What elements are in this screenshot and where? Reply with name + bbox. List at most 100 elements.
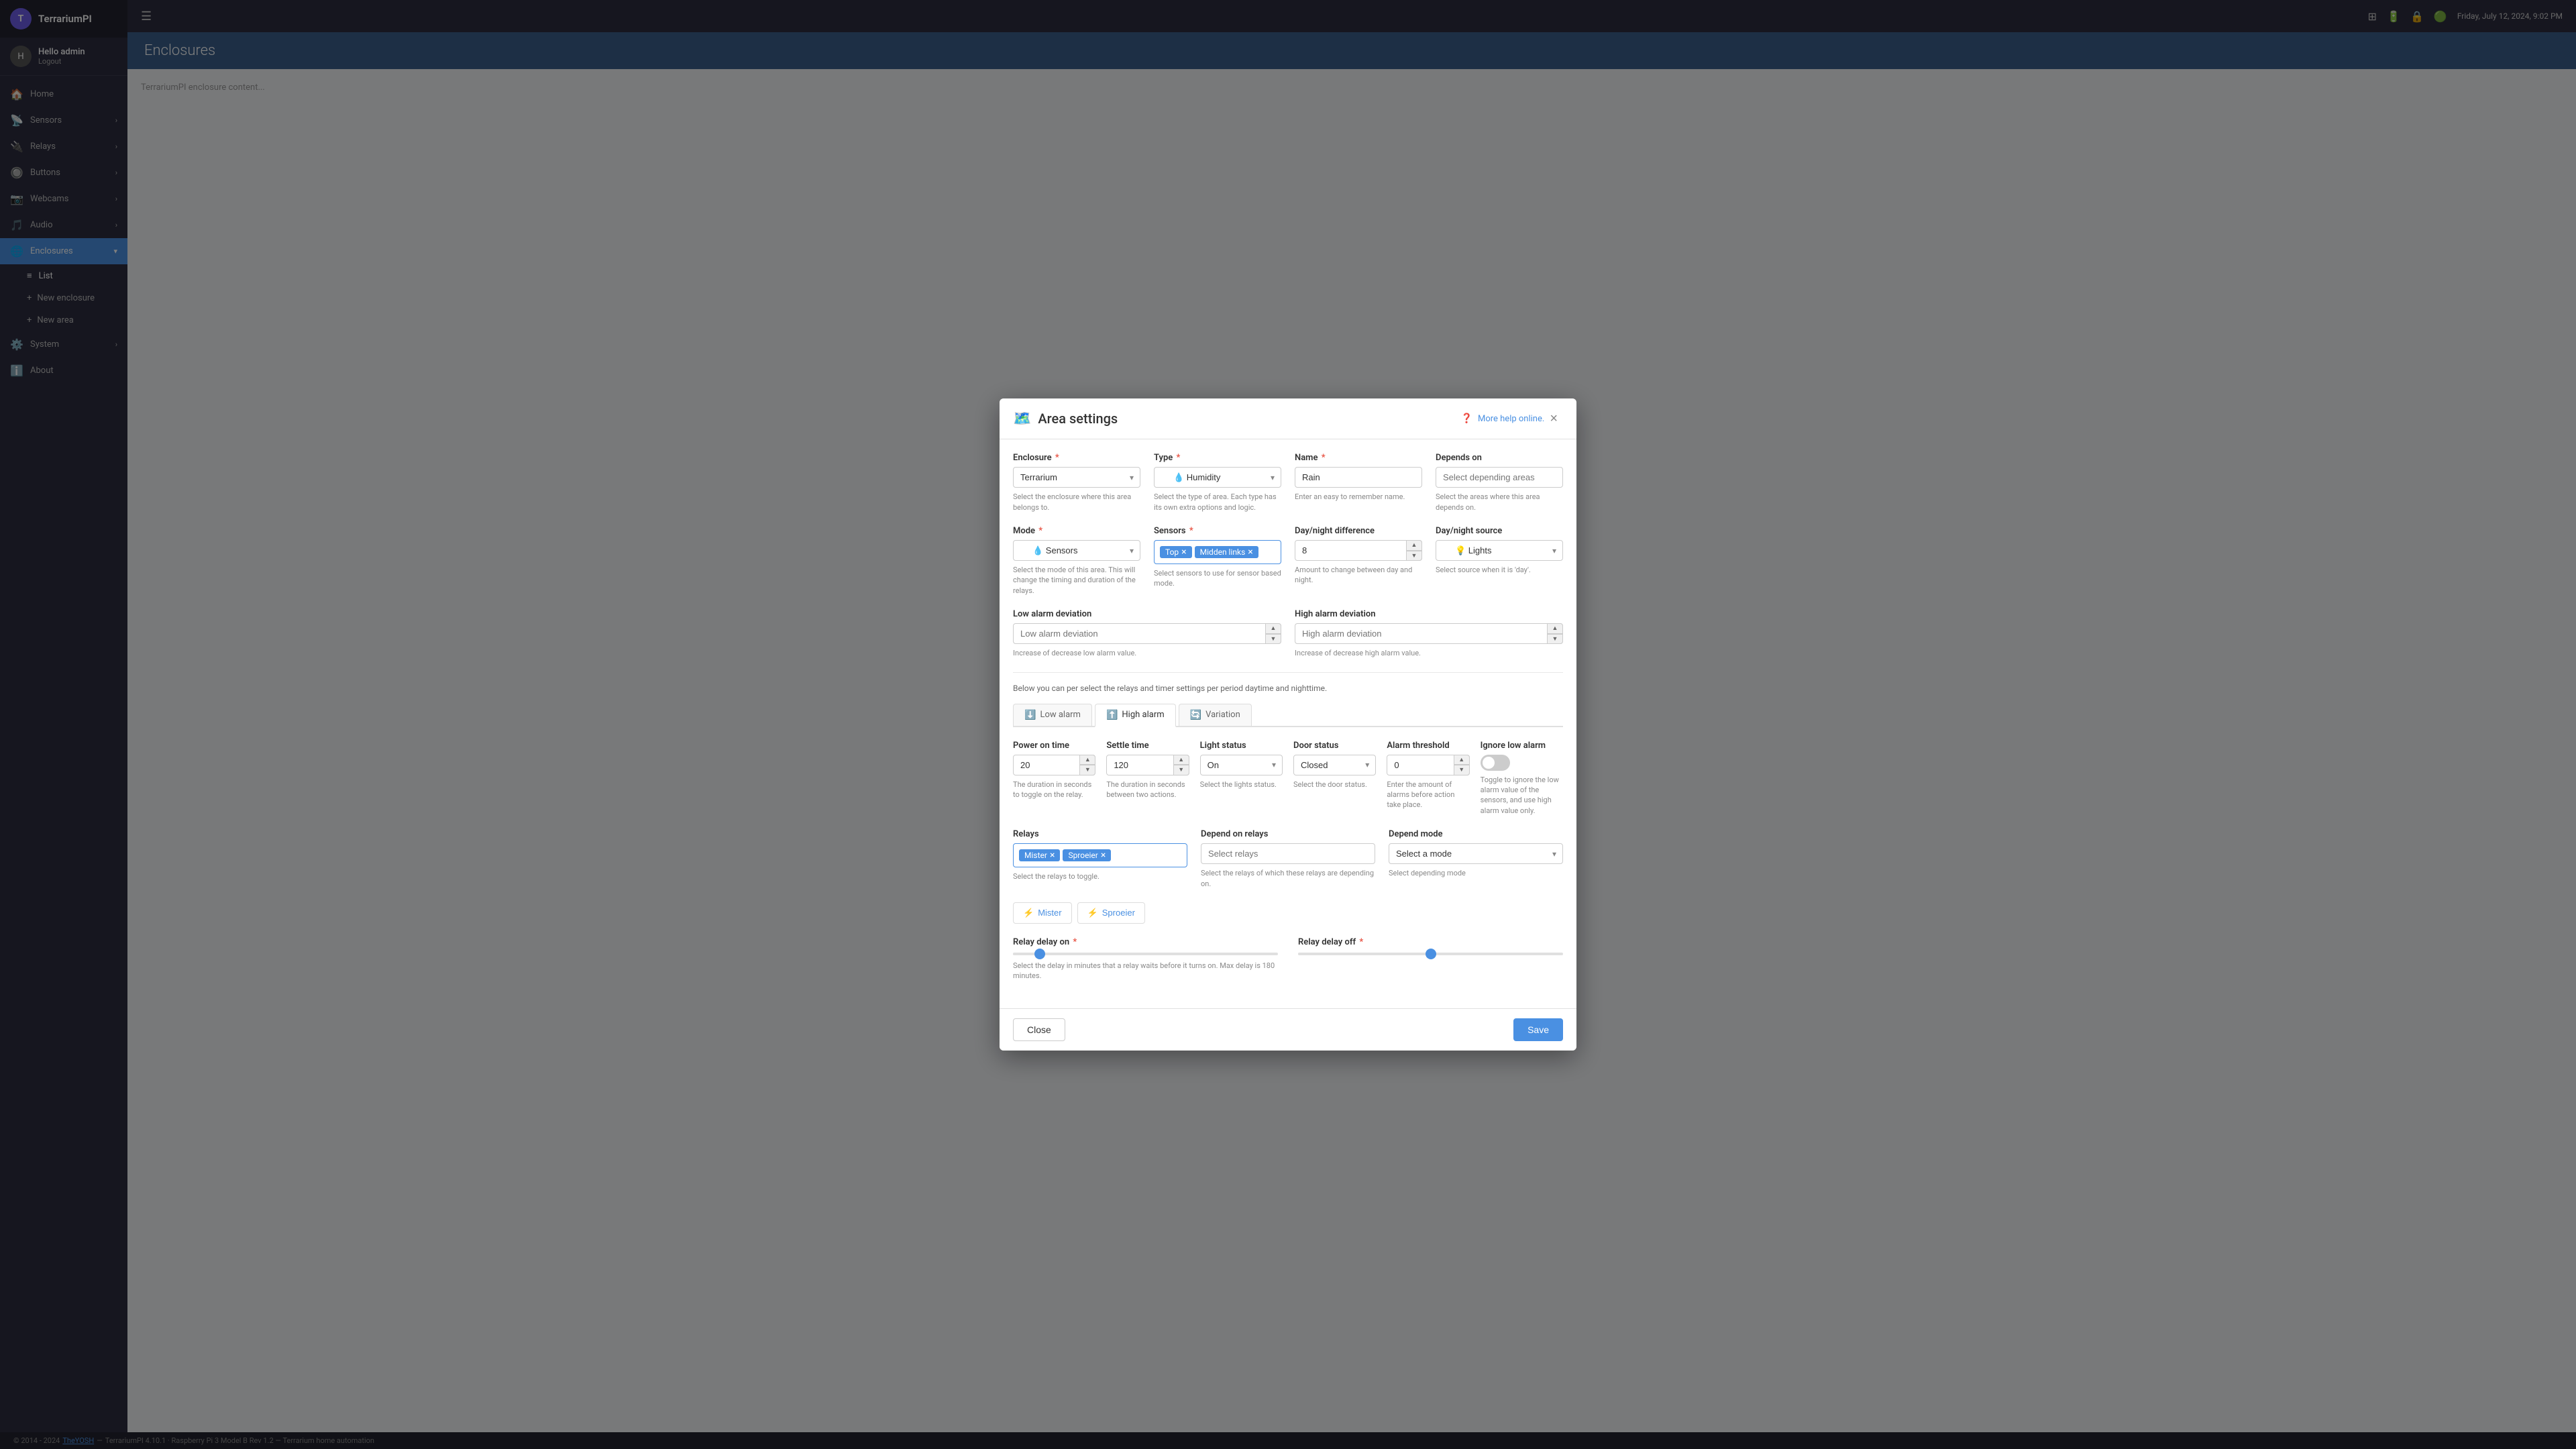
remove-relay-mister[interactable]: ×: [1050, 851, 1055, 860]
decrement-settle[interactable]: ▼: [1173, 765, 1189, 775]
enclosure-help: Select the enclosure where this area bel…: [1013, 492, 1140, 513]
door-status-label: Door status: [1293, 741, 1376, 751]
name-group: Name * Enter an easy to remember name.: [1295, 453, 1422, 513]
form-row-1: Enclosure * Terrarium Select the enclosu…: [1013, 453, 1563, 513]
remove-tag-top[interactable]: ×: [1181, 547, 1186, 557]
remove-tag-midden[interactable]: ×: [1248, 547, 1252, 557]
alarm-threshold-wrapper: ▲ ▼: [1387, 755, 1469, 775]
low-alarm-dev-wrapper: ▲ ▼: [1013, 623, 1281, 644]
mode-select[interactable]: 💧 Sensors: [1013, 540, 1140, 561]
ignore-low-alarm-toggle[interactable]: [1481, 755, 1510, 771]
depend-on-relays-group: Depend on relays Select the relays of wh…: [1201, 829, 1375, 889]
settle-time-group: Settle time ▲ ▼ The duration in seconds …: [1106, 741, 1189, 816]
ignore-low-alarm-label: Ignore low alarm: [1481, 741, 1563, 751]
high-alarm-dev-wrapper: ▲ ▼: [1295, 623, 1563, 644]
enclosure-select[interactable]: Terrarium: [1013, 467, 1140, 488]
depend-mode-label: Depend mode: [1389, 829, 1563, 839]
high-alarm-tab-icon: ⬆️: [1106, 710, 1118, 720]
tab-low-alarm[interactable]: ⬇️ Low alarm: [1013, 704, 1092, 726]
day-night-diff-label: Day/night difference: [1295, 526, 1422, 536]
form-row-2: Mode * 💧 Sensors Select the mode of this…: [1013, 526, 1563, 596]
sensors-group: Sensors * Top × Midden links × Select: [1154, 526, 1281, 596]
enclosure-label: Enclosure *: [1013, 453, 1140, 463]
alarm-info-text: Below you can per select the relays and …: [1013, 684, 1563, 693]
decrement-low-alarm[interactable]: ▼: [1265, 634, 1281, 645]
decrement-power-on[interactable]: ▼: [1079, 765, 1095, 775]
mode-help: Select the mode of this area. This will …: [1013, 565, 1140, 596]
depend-on-relays-label: Depend on relays: [1201, 829, 1375, 839]
decrement-high-alarm[interactable]: ▼: [1547, 634, 1563, 645]
remove-relay-sproeier[interactable]: ×: [1101, 851, 1106, 860]
door-status-group: Door status Closed Open Ignore Select th…: [1293, 741, 1376, 816]
decrement-day-night-diff[interactable]: ▼: [1406, 551, 1422, 561]
relay-delay-off-thumb[interactable]: [1426, 949, 1436, 959]
day-night-diff-wrapper: ▲ ▼: [1295, 540, 1422, 561]
alarm-threshold-help: Enter the amount of alarms before action…: [1387, 780, 1469, 810]
save-button[interactable]: Save: [1513, 1018, 1563, 1041]
light-status-select-wrapper: On Off Ignore: [1200, 755, 1283, 775]
high-alarm-deviation-input[interactable]: [1295, 623, 1563, 644]
relay-delay-on-fill: [1013, 953, 1026, 955]
modal-title: Area settings: [1038, 411, 1455, 427]
day-night-source-help: Select source when it is 'day'.: [1436, 565, 1563, 575]
increment-alarm-threshold[interactable]: ▲: [1454, 755, 1470, 765]
relay-delay-on-track[interactable]: [1013, 953, 1278, 955]
relay-tag-sproeier: Sproeier ×: [1063, 849, 1111, 861]
door-status-select[interactable]: Closed Open Ignore: [1293, 755, 1376, 775]
name-help: Enter an easy to remember name.: [1295, 492, 1422, 502]
day-night-source-select-wrapper: 💡 Lights: [1436, 540, 1563, 561]
modal-header: 🗺️ Area settings ❓ More help online. ×: [1000, 398, 1576, 439]
modal-close-button[interactable]: ×: [1544, 409, 1563, 428]
day-night-source-label: Day/night source: [1436, 526, 1563, 536]
depend-mode-select[interactable]: Select a mode: [1389, 843, 1563, 864]
name-label: Name *: [1295, 453, 1422, 463]
increment-settle[interactable]: ▲: [1173, 755, 1189, 765]
relay-delay-off-track[interactable]: [1298, 953, 1563, 955]
tab-high-alarm[interactable]: ⬆️ High alarm: [1095, 704, 1176, 727]
increment-high-alarm[interactable]: ▲: [1547, 623, 1563, 634]
relays-tags-input[interactable]: Mister × Sproeier ×: [1013, 843, 1187, 867]
sensor-tag-top: Top ×: [1160, 546, 1192, 558]
depend-on-relays-input[interactable]: [1201, 843, 1375, 864]
modal-backdrop[interactable]: 🗺️ Area settings ❓ More help online. × E…: [0, 0, 2576, 1449]
relays-group: Relays Mister × Sproeier × Select the re…: [1013, 829, 1187, 889]
type-label: Type *: [1154, 453, 1281, 463]
form-row-3: Low alarm deviation ▲ ▼ Increase of decr…: [1013, 609, 1563, 658]
decrement-alarm-threshold[interactable]: ▼: [1454, 765, 1470, 775]
tab-variation[interactable]: 🔄 Variation: [1179, 704, 1252, 726]
enclosure-group: Enclosure * Terrarium Select the enclosu…: [1013, 453, 1140, 513]
relay-delay-on-thumb[interactable]: [1034, 949, 1045, 959]
divider-1: [1013, 672, 1563, 673]
relay-sproeier-label: Sproeier: [1102, 908, 1135, 918]
name-input[interactable]: [1295, 467, 1422, 488]
help-link[interactable]: More help online.: [1478, 414, 1544, 424]
power-on-time-group: Power on time ▲ ▼ The duration in second…: [1013, 741, 1095, 816]
low-alarm-deviation-input[interactable]: [1013, 623, 1281, 644]
day-night-diff-input[interactable]: [1295, 540, 1422, 561]
increment-low-alarm[interactable]: ▲: [1265, 623, 1281, 634]
relay-mister-label: Mister: [1038, 908, 1061, 918]
relay-button-mister[interactable]: ⚡ Mister: [1013, 902, 1072, 924]
variation-tab-label: Variation: [1205, 710, 1240, 720]
high-alarm-tab-label: High alarm: [1122, 710, 1164, 720]
relay-buttons-row: ⚡ Mister ⚡ Sproeier: [1013, 902, 1563, 924]
day-night-source-group: Day/night source 💡 Lights Select source …: [1436, 526, 1563, 596]
increment-power-on[interactable]: ▲: [1079, 755, 1095, 765]
variation-tab-icon: 🔄: [1190, 710, 1201, 720]
relay-delay-off-label: Relay delay off *: [1298, 937, 1563, 947]
alarm-tabs: ⬇️ Low alarm ⬆️ High alarm 🔄 Variation: [1013, 704, 1563, 727]
day-night-source-select[interactable]: 💡 Lights: [1436, 540, 1563, 561]
depends-on-label: Depends on: [1436, 453, 1563, 463]
light-status-group: Light status On Off Ignore Select the li…: [1200, 741, 1283, 816]
enclosure-select-wrapper: Terrarium: [1013, 467, 1140, 488]
depends-on-input[interactable]: [1436, 467, 1563, 488]
relay-button-sproeier[interactable]: ⚡ Sproeier: [1077, 902, 1145, 924]
sensors-tags-input[interactable]: Top × Midden links ×: [1154, 540, 1281, 564]
type-select[interactable]: 💧 Humidity: [1154, 467, 1281, 488]
light-status-select[interactable]: On Off Ignore: [1200, 755, 1283, 775]
depends-on-help: Select the areas where this area depends…: [1436, 492, 1563, 513]
close-button[interactable]: Close: [1013, 1018, 1065, 1041]
tab-content-grid: Power on time ▲ ▼ The duration in second…: [1013, 741, 1563, 816]
increment-day-night-diff[interactable]: ▲: [1406, 540, 1422, 551]
low-alarm-tab-label: Low alarm: [1040, 710, 1081, 720]
